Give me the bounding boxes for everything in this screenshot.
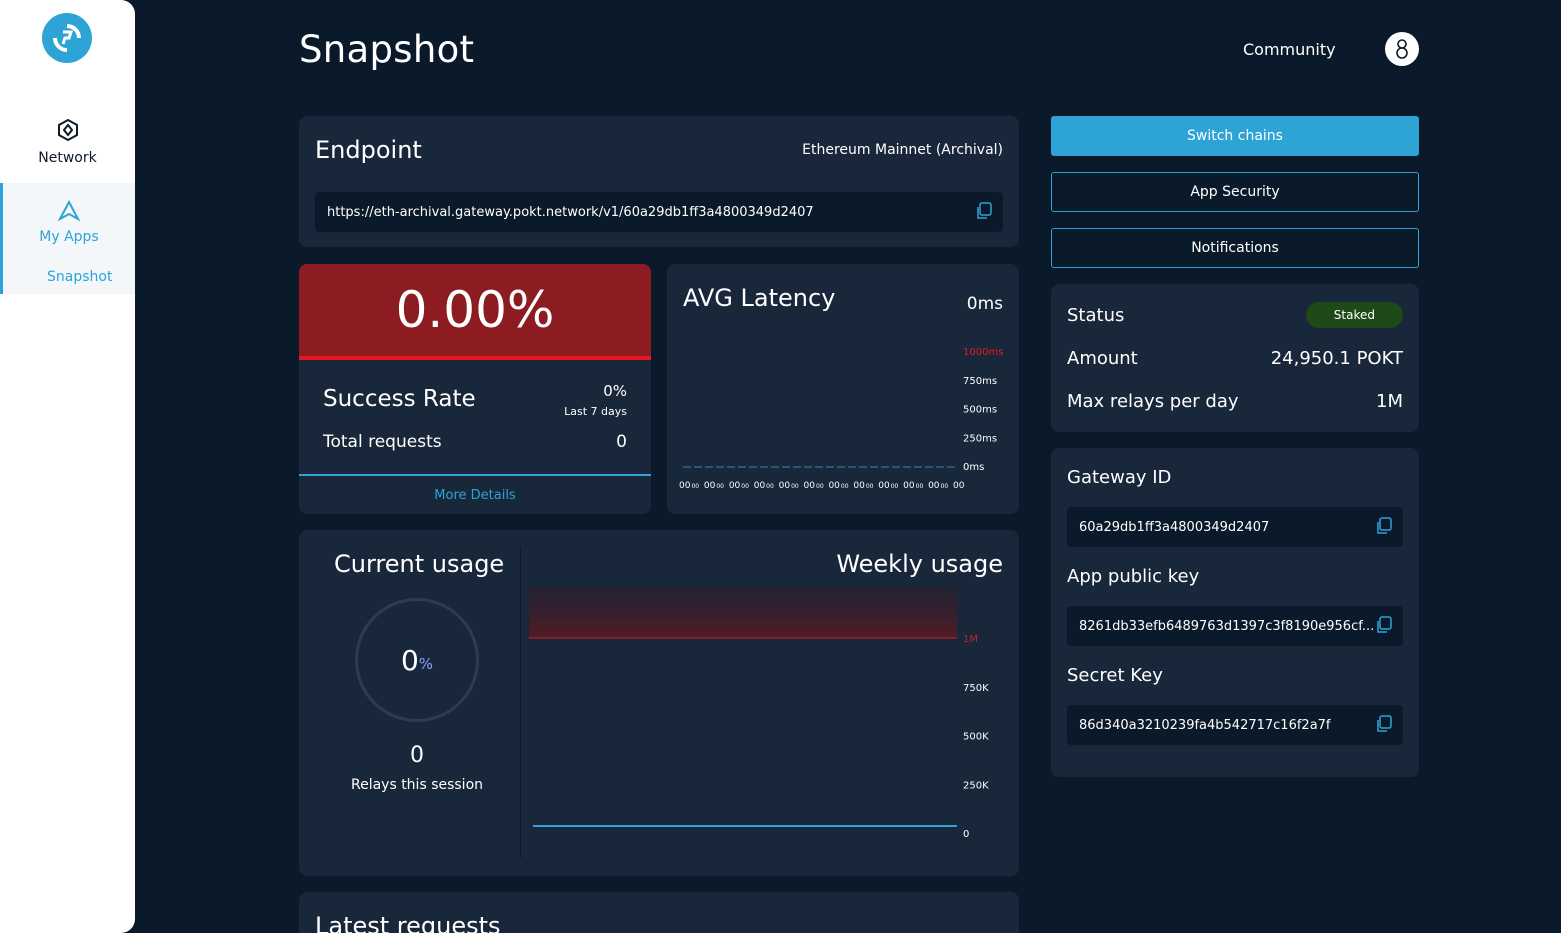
status-label: Status <box>1067 304 1125 326</box>
max-relays-label: Max relays per day <box>1067 391 1239 412</box>
latency-x-tick: 00 <box>878 481 890 491</box>
public-key-value: 8261db33efb6489763d1397c3f8190e956cf... <box>1079 618 1375 634</box>
page-title: Snapshot <box>299 28 475 71</box>
gateway-id-field[interactable]: 60a29db1ff3a4800349d2407 <box>1067 507 1403 547</box>
weekly-y-tick: 250K <box>963 780 989 791</box>
logo-icon <box>53 24 81 52</box>
latest-requests-card: Latest requests <box>299 892 1019 933</box>
latency-x-tick: 00 <box>928 481 940 491</box>
chain-name: Ethereum Mainnet (Archival) <box>802 142 1003 158</box>
latency-x-tick: 00 <box>941 483 949 490</box>
secret-key-label: Secret Key <box>1067 665 1163 686</box>
latency-x-tick: 00 <box>953 481 965 491</box>
latency-x-tick: 00 <box>841 483 849 490</box>
latency-y-tick: 750ms <box>963 376 997 387</box>
success-rate-period: Last 7 days <box>564 405 627 418</box>
limit-band <box>529 586 957 638</box>
app-security-button[interactable]: App Security <box>1051 172 1419 212</box>
public-key-field[interactable]: 8261db33efb6489763d1397c3f8190e956cf... <box>1067 606 1403 646</box>
community-link[interactable]: Community <box>1243 40 1336 59</box>
weekly-y-tick: 750K <box>963 683 989 694</box>
sidebar-item-network[interactable]: Network <box>0 118 135 166</box>
latency-y-tick: 1000ms <box>963 347 1003 358</box>
success-rate-percent: 0% <box>603 382 627 400</box>
status-row: Status Staked <box>1067 302 1403 328</box>
secret-key-field[interactable]: 86d340a3210239fa4b542717c16f2a7f <box>1067 705 1403 745</box>
apps-icon <box>57 199 81 222</box>
sidebar-item-label: My Apps <box>39 229 99 245</box>
max-relays-value: 1M <box>1376 391 1403 412</box>
latency-x-tick: 00 <box>828 481 840 491</box>
endpoint-url-field[interactable]: https://eth-archival.gateway.pokt.networ… <box>315 192 1003 232</box>
latency-x-tick: 00 <box>866 483 874 490</box>
latency-x-tick: 00 <box>766 483 774 490</box>
gateway-id-value: 60a29db1ff3a4800349d2407 <box>1079 519 1270 535</box>
latency-x-tick: 00 <box>779 481 791 491</box>
notifications-button[interactable]: Notifications <box>1051 228 1419 268</box>
success-rate-card: 0.00% Success Rate 0% Last 7 days Total … <box>299 264 651 514</box>
latency-x-tick: 00 <box>679 481 691 491</box>
latency-x-tick: 00 <box>704 481 716 491</box>
latency-card: AVG Latency 0ms 1000ms 750ms 500ms 250ms 0ms… <box>667 264 1019 514</box>
secret-key-value: 86d340a3210239fa4b542717c16f2a7f <box>1079 717 1331 733</box>
weekly-y-tick: 500K <box>963 732 989 743</box>
amount-row: Amount 24,950.1 POKT <box>1067 348 1403 369</box>
latency-x-tick: 00 <box>716 483 724 490</box>
latency-y-tick: 250ms <box>963 433 997 444</box>
latency-x-tick: 00 <box>791 483 799 490</box>
max-relays-row: Max relays per day 1M <box>1067 391 1403 412</box>
sidebar-item-my-apps[interactable]: My Apps Snapshot <box>0 183 135 294</box>
success-rate-label: Success Rate <box>323 386 476 412</box>
sidebar-subitem-snapshot[interactable]: Snapshot <box>47 269 112 285</box>
latency-x-tick: 00 <box>903 481 915 491</box>
latest-requests-title: Latest requests <box>315 912 501 933</box>
latency-x-tick: 00 <box>729 481 741 491</box>
total-requests-value: 0 <box>616 432 627 452</box>
latency-x-tick: 00 <box>691 483 699 490</box>
latency-x-tick: 00 <box>853 481 865 491</box>
network-icon <box>57 118 78 142</box>
sidebar-item-label: Network <box>38 150 97 166</box>
more-details-link[interactable]: More Details <box>299 474 651 514</box>
copy-icon[interactable] <box>975 202 993 220</box>
weekly-usage-chart: 1M 750K 500K 250K 0 <box>529 586 989 840</box>
copy-icon[interactable] <box>1375 517 1393 535</box>
avatar[interactable] <box>1385 32 1419 66</box>
latency-chart: 1000ms750ms500ms250ms0ms00 00 00 00 00 00 00 00… <box>679 347 1003 491</box>
user-icon <box>1396 39 1408 59</box>
keys-card: Gateway ID 60a29db1ff3a4800349d2407 App … <box>1051 448 1419 777</box>
weekly-y-tick: 0 <box>963 829 969 840</box>
latency-x-tick: 00 <box>741 483 749 490</box>
total-requests-label: Total requests <box>323 432 442 452</box>
latency-x-tick: 00 <box>816 483 824 490</box>
endpoint-card: Endpoint Ethereum Mainnet (Archival) htt… <box>299 116 1019 247</box>
success-rate-value: 0.00% <box>299 264 651 360</box>
usage-card: Current usage 0 % 0 Relays this session … <box>299 530 1019 876</box>
amount-label: Amount <box>1067 348 1138 369</box>
pokt-logo[interactable] <box>42 13 92 63</box>
weekly-y-tick: 1M <box>963 634 978 645</box>
gateway-id-label: Gateway ID <box>1067 467 1172 488</box>
switch-chains-button[interactable]: Switch chains <box>1051 116 1419 156</box>
sidebar: Network My Apps Snapshot <box>0 0 135 933</box>
endpoint-url: https://eth-archival.gateway.pokt.networ… <box>327 204 814 220</box>
latency-x-tick: 00 <box>804 481 816 491</box>
latency-y-tick: 500ms <box>963 405 997 416</box>
copy-icon[interactable] <box>1375 616 1393 634</box>
status-card: Status Staked Amount 24,950.1 POKT Max r… <box>1051 284 1419 432</box>
latency-x-tick: 00 <box>754 481 766 491</box>
endpoint-title: Endpoint <box>315 136 422 164</box>
amount-value: 24,950.1 POKT <box>1270 348 1403 369</box>
status-badge: Staked <box>1305 302 1403 328</box>
latency-x-tick: 00 <box>891 483 899 490</box>
copy-icon[interactable] <box>1375 715 1393 733</box>
public-key-label: App public key <box>1067 566 1200 587</box>
latency-y-tick: 0ms <box>963 462 984 473</box>
latency-x-tick: 00 <box>916 483 924 490</box>
